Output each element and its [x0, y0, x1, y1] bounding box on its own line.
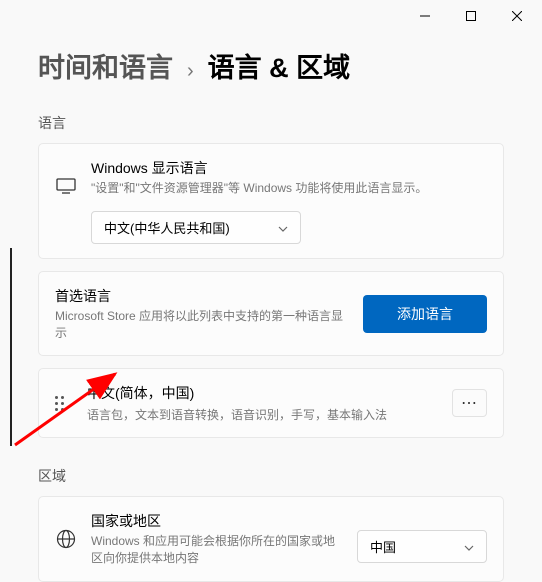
globe-icon: [55, 529, 77, 549]
section-language-label: 语言: [38, 113, 504, 133]
country-region-card[interactable]: 国家或地区 Windows 和应用可能会根据你所在的国家或地区向你提供本地内容 …: [38, 496, 504, 582]
preferred-language-text: 首选语言 Microsoft Store 应用将以此列表中支持的第一种语言显示: [55, 286, 349, 342]
display-language-dropdown[interactable]: 中文(中华人民共和国): [91, 211, 301, 244]
region-section: 区域 国家或地区 Windows 和应用可能会根据你所在的国家或地区向你提供本地…: [38, 466, 504, 582]
chevron-down-icon: [464, 539, 474, 554]
breadcrumb-parent[interactable]: 时间和语言: [38, 46, 173, 85]
installed-language-body: 中文(简体，中国) 语言包，文本到语音转换，语音识别，手写，基本输入法: [87, 383, 438, 423]
titlebar: [0, 0, 542, 32]
country-region-title: 国家或地区: [91, 511, 343, 531]
content-area: 时间和语言 › 语言 & 区域 语言 Windows 显示语言 "设置"和"文件…: [0, 32, 542, 582]
installed-language-features: 语言包，文本到语音转换，语音识别，手写，基本输入法: [87, 406, 438, 423]
preferred-language-card: 首选语言 Microsoft Store 应用将以此列表中支持的第一种语言显示 …: [38, 271, 504, 357]
breadcrumb-current: 语言 & 区域: [208, 46, 351, 85]
country-region-selected: 中国: [370, 537, 396, 556]
annotation-border: [10, 248, 12, 446]
minimize-button[interactable]: [402, 0, 448, 32]
display-language-sub: "设置"和"文件资源管理器"等 Windows 功能将使用此语言显示。: [91, 180, 487, 197]
display-language-card[interactable]: Windows 显示语言 "设置"和"文件资源管理器"等 Windows 功能将…: [38, 143, 504, 259]
chevron-down-icon: [278, 220, 288, 235]
preferred-language-sub: Microsoft Store 应用将以此列表中支持的第一种语言显示: [55, 308, 349, 342]
display-language-title: Windows 显示语言: [91, 158, 487, 178]
display-language-selected: 中文(中华人民共和国): [104, 218, 230, 237]
maximize-button[interactable]: [448, 0, 494, 32]
country-region-body: 国家或地区 Windows 和应用可能会根据你所在的国家或地区向你提供本地内容: [91, 511, 343, 567]
more-options-button[interactable]: ⋯: [452, 389, 487, 417]
breadcrumb-separator: ›: [187, 60, 194, 83]
preferred-language-title: 首选语言: [55, 286, 349, 306]
close-button[interactable]: [494, 0, 540, 32]
installed-language-name: 中文(简体，中国): [87, 383, 438, 403]
country-region-dropdown[interactable]: 中国: [357, 530, 487, 563]
installed-language-item[interactable]: 中文(简体，中国) 语言包，文本到语音转换，语音识别，手写，基本输入法 ⋯: [38, 368, 504, 438]
drag-handle-icon[interactable]: [55, 396, 73, 411]
display-language-body: Windows 显示语言 "设置"和"文件资源管理器"等 Windows 功能将…: [91, 158, 487, 244]
section-region-label: 区域: [38, 466, 504, 486]
country-region-sub: Windows 和应用可能会根据你所在的国家或地区向你提供本地内容: [91, 533, 343, 567]
monitor-icon: [55, 178, 77, 194]
breadcrumb: 时间和语言 › 语言 & 区域: [38, 46, 504, 85]
add-language-button[interactable]: 添加语言: [363, 295, 487, 333]
